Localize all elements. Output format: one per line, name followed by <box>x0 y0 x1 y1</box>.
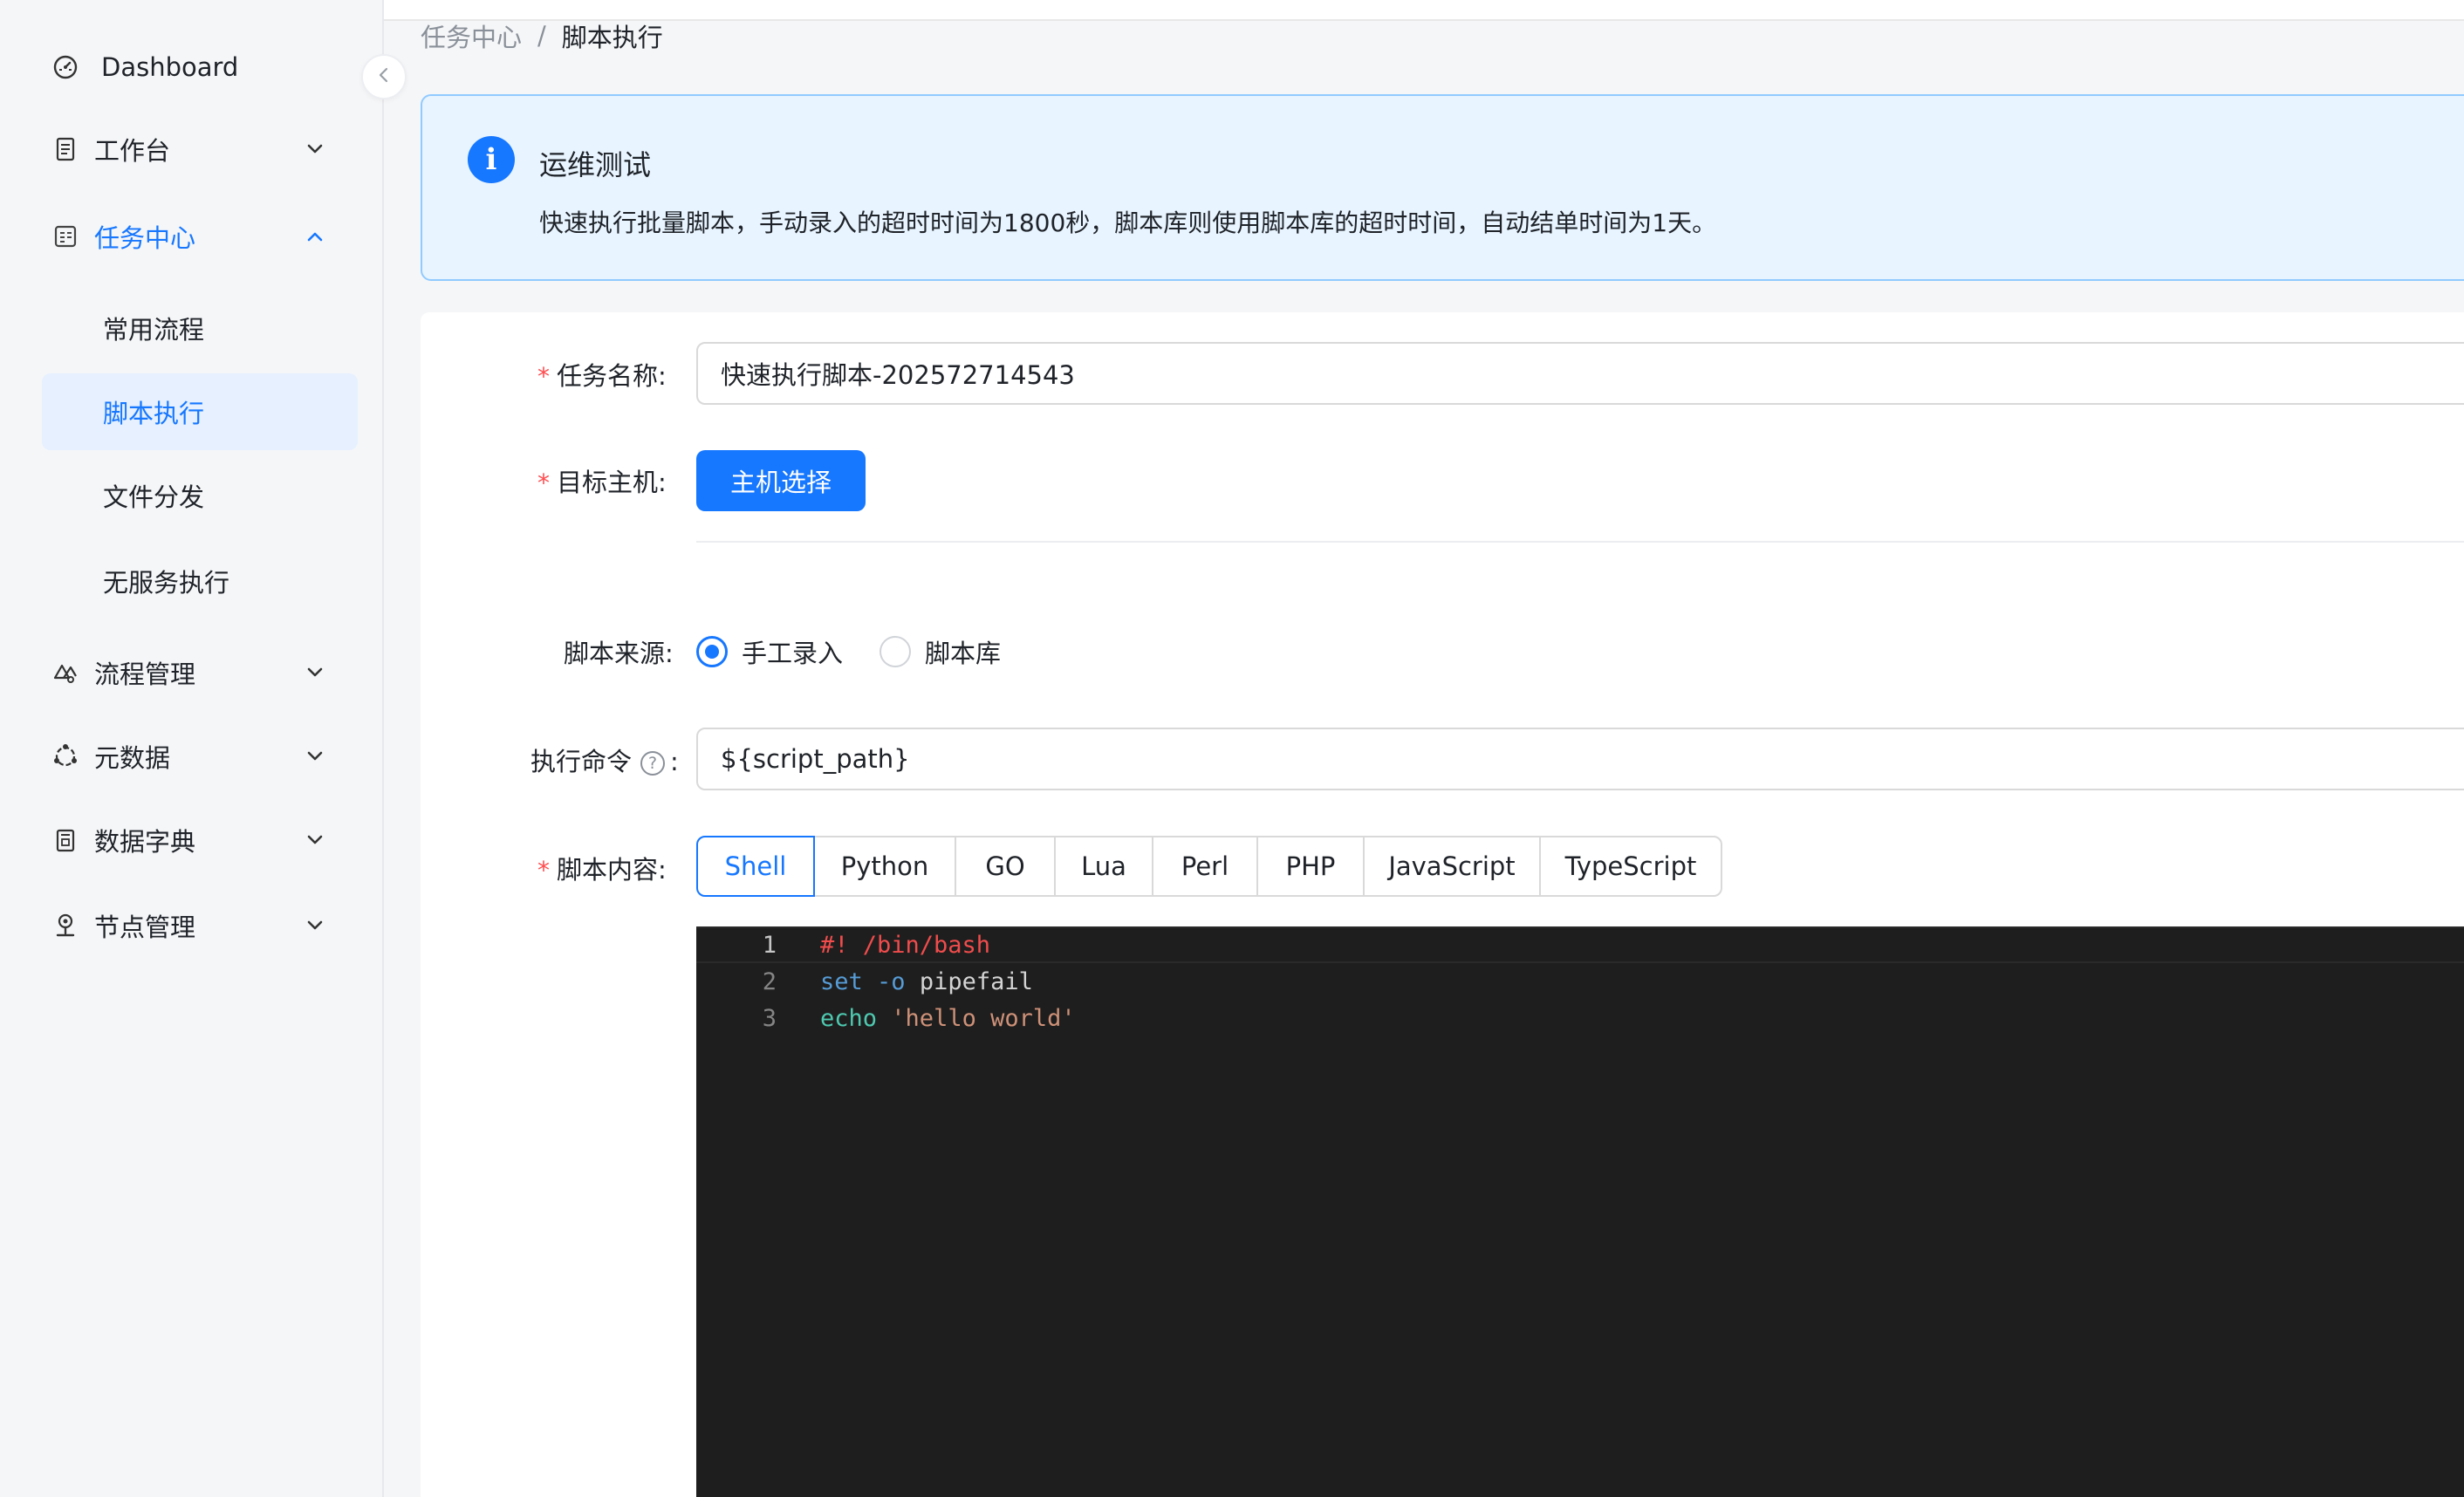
breadcrumb: 任务中心 / 脚本执行 <box>421 17 663 54</box>
code-line[interactable]: 2 set -o pipefail <box>696 963 2464 1000</box>
sidebar-item-label: Dashboard <box>101 52 239 82</box>
exec-command-input[interactable] <box>696 728 2464 790</box>
sidebar-item-workbench[interactable]: 工作台 <box>0 110 384 188</box>
sidebar-item-node-management[interactable]: 节点管理 <box>0 886 384 965</box>
task-center-icon <box>51 222 80 251</box>
sidebar-item-label: 任务中心 <box>94 223 196 253</box>
node-icon <box>51 911 80 940</box>
sidebar-subitem-script-execution[interactable]: 脚本执行 <box>42 373 358 450</box>
select-host-button[interactable]: 主机选择 <box>696 450 866 511</box>
info-alert: i 运维测试 快速执行批量脚本，手动录入的超时时间为1800秒，脚本库则使用脚本… <box>421 94 2464 281</box>
radio-dot <box>696 636 728 667</box>
sidebar-subitem-label: 脚本执行 <box>103 399 205 428</box>
tab-python[interactable]: Python <box>813 836 956 897</box>
tab-lua[interactable]: Lua <box>1054 836 1153 897</box>
code-line[interactable]: 3 echo 'hello world' <box>696 1000 2464 1036</box>
radio-dot <box>880 636 911 667</box>
radio-manual-input[interactable]: 手工录入 <box>696 633 843 670</box>
flow-icon <box>51 658 80 687</box>
sidebar-item-data-dictionary[interactable]: 数据字典 <box>0 801 384 879</box>
sidebar: Dashboard 工作台 任务中心 常用流程 脚本执行 文件分发 无服务执行 … <box>0 0 384 1497</box>
document-icon <box>51 134 80 164</box>
task-name-input[interactable] <box>696 342 2464 405</box>
radio-label: 脚本库 <box>925 639 1002 668</box>
sidebar-subitem-common-flows[interactable]: 常用流程 <box>42 290 358 366</box>
tab-javascript[interactable]: JavaScript <box>1363 836 1541 897</box>
alert-description: 快速执行批量脚本，手动录入的超时时间为1800秒，脚本库则使用脚本库的超时时间，… <box>539 208 1717 237</box>
tab-typescript[interactable]: TypeScript <box>1539 836 1722 897</box>
sidebar-item-label: 工作台 <box>94 136 171 166</box>
chevron-down-icon <box>302 743 328 769</box>
required-mark: * <box>537 468 550 497</box>
tab-perl[interactable]: Perl <box>1152 836 1258 897</box>
target-host-label-text: 目标主机: <box>557 468 667 497</box>
line-number: 2 <box>762 967 777 995</box>
target-host-label: * 目标主机: <box>537 462 667 499</box>
chevron-down-icon <box>302 913 328 939</box>
exec-command-label-text: 执行命令 <box>530 747 633 776</box>
breadcrumb-current: 脚本执行 <box>561 23 663 52</box>
sidebar-item-label: 元数据 <box>94 743 171 773</box>
info-icon: i <box>468 136 515 183</box>
code-text: echo 'hello world' <box>820 1004 1076 1032</box>
script-source-label: 脚本来源: <box>564 639 674 668</box>
sidebar-subitem-label: 无服务执行 <box>103 568 230 598</box>
host-list-divider <box>696 541 2464 543</box>
alert-title: 运维测试 <box>539 148 652 181</box>
required-mark: * <box>537 362 550 391</box>
radio-label: 手工录入 <box>742 639 844 668</box>
sidebar-subitem-label: 文件分发 <box>103 482 205 512</box>
tab-php[interactable]: PHP <box>1256 836 1365 897</box>
code-text: set -o pipefail <box>820 967 1033 995</box>
question-circle-icon[interactable]: ? <box>640 751 666 776</box>
line-number: 1 <box>762 931 777 959</box>
breadcrumb-separator: / <box>537 21 546 51</box>
language-tabs: Shell Python GO Lua Perl PHP JavaScript … <box>696 836 1722 897</box>
dictionary-icon <box>51 825 80 855</box>
task-name-label-text: 任务名称: <box>557 361 667 391</box>
task-name-label: * 任务名称: <box>537 356 667 393</box>
tab-shell[interactable]: Shell <box>696 836 815 897</box>
script-content-label-text: 脚本内容: <box>557 855 667 885</box>
line-number: 3 <box>762 1004 777 1032</box>
dashboard-icon <box>51 52 80 82</box>
sidebar-collapse-button[interactable] <box>361 54 407 99</box>
sidebar-item-dashboard[interactable]: Dashboard <box>0 28 384 106</box>
code-editor[interactable]: 1 #! /bin/bash 2 set -o pipefail 3 echo 'hell… <box>696 926 2464 1497</box>
chevron-down-icon <box>302 136 328 162</box>
chevron-up-icon <box>302 223 328 250</box>
script-content-label: * 脚本内容: <box>537 850 667 886</box>
radio-script-library[interactable]: 脚本库 <box>880 633 1001 670</box>
sidebar-item-flow-management[interactable]: 流程管理 <box>0 633 384 712</box>
sidebar-item-label: 节点管理 <box>94 913 196 942</box>
code-text: #! /bin/bash <box>820 931 991 959</box>
sidebar-item-label: 流程管理 <box>94 660 196 689</box>
chevron-down-icon <box>302 660 328 686</box>
code-line[interactable]: 1 #! /bin/bash <box>696 926 2464 963</box>
chevron-down-icon <box>302 827 328 853</box>
metadata-icon <box>51 742 80 771</box>
chevron-left-icon <box>374 65 394 88</box>
breadcrumb-parent-link[interactable]: 任务中心 <box>421 17 522 54</box>
exec-command-label: 执行命令?: <box>530 742 679 778</box>
sidebar-subitem-label: 常用流程 <box>103 315 205 345</box>
sidebar-item-label: 数据字典 <box>94 827 196 857</box>
required-mark: * <box>537 856 550 885</box>
sidebar-subitem-serverless-execution[interactable]: 无服务执行 <box>42 543 358 619</box>
tab-go[interactable]: GO <box>955 836 1056 897</box>
sidebar-subitem-file-distribution[interactable]: 文件分发 <box>42 457 358 534</box>
sidebar-item-metadata[interactable]: 元数据 <box>0 717 384 796</box>
label-colon: : <box>670 747 679 776</box>
sidebar-item-task-center[interactable]: 任务中心 <box>0 197 384 276</box>
